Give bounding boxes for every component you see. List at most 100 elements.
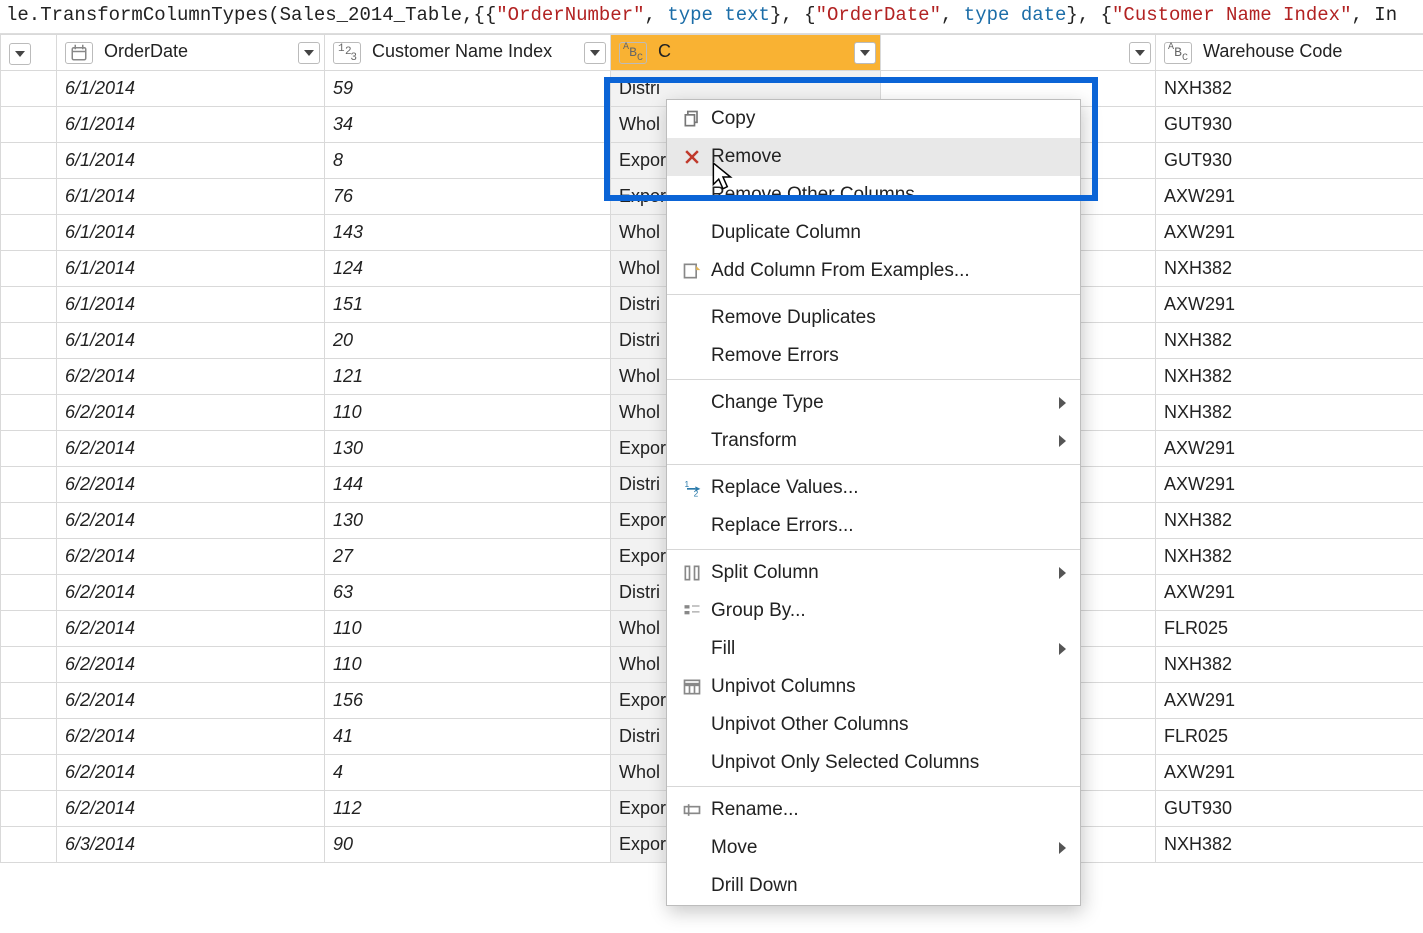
cell-orderdate[interactable]: 6/1/2014 [57,71,325,107]
menu-change-type[interactable]: Change Type [667,384,1080,422]
formula-bar[interactable]: le.TransformColumnTypes(Sales_2014_Table… [0,0,1423,34]
cell-orderdate[interactable]: 6/1/2014 [57,179,325,215]
cell-warehouse[interactable]: AXW291 [1156,431,1423,467]
cell-custindex[interactable]: 110 [325,647,611,683]
cell-custindex[interactable]: 27 [325,539,611,575]
menu-move[interactable]: Move [667,829,1080,867]
cell-warehouse[interactable]: FLR025 [1156,611,1423,647]
menu-remove-duplicates[interactable]: Remove Duplicates [667,299,1080,337]
cell-custindex[interactable]: 41 [325,719,611,755]
menu-unpivot-other-columns[interactable]: Unpivot Other Columns [667,706,1080,744]
cell-orderdate[interactable]: 6/2/2014 [57,359,325,395]
cell-orderdate[interactable]: 6/1/2014 [57,107,325,143]
column-header-currency[interactable] [881,35,1156,71]
cell-orderdate[interactable]: 6/1/2014 [57,143,325,179]
cell-orderdate[interactable]: 6/2/2014 [57,395,325,431]
cell-warehouse[interactable]: NXH382 [1156,647,1423,683]
cell-orderdate[interactable]: 6/2/2014 [57,683,325,719]
cell-orderdate[interactable]: 6/2/2014 [57,503,325,539]
cell-warehouse[interactable]: NXH382 [1156,503,1423,539]
cell-warehouse[interactable]: GUT930 [1156,791,1423,827]
cell-warehouse[interactable]: AXW291 [1156,467,1423,503]
cell-orderdate[interactable]: 6/2/2014 [57,611,325,647]
menu-duplicate-column[interactable]: Duplicate Column [667,214,1080,252]
cell-custindex[interactable]: 121 [325,359,611,395]
cell-orderdate[interactable]: 6/2/2014 [57,647,325,683]
filter-button[interactable] [1129,42,1151,64]
cell-warehouse[interactable]: NXH382 [1156,251,1423,287]
menu-rename[interactable]: Rename... [667,791,1080,829]
menu-copy[interactable]: Copy [667,100,1080,138]
cell-custindex[interactable]: 130 [325,431,611,467]
cell-warehouse[interactable]: NXH382 [1156,323,1423,359]
cell-custindex[interactable]: 76 [325,179,611,215]
menu-unpivot-only-selected[interactable]: Unpivot Only Selected Columns [667,744,1080,782]
cell-orderdate[interactable]: 6/2/2014 [57,467,325,503]
cell-custindex[interactable]: 4 [325,755,611,791]
cell-custindex[interactable]: 63 [325,575,611,611]
menu-transform[interactable]: Transform [667,422,1080,460]
submenu-arrow-icon [1059,643,1066,655]
cell-orderdate[interactable]: 6/2/2014 [57,755,325,791]
cell-warehouse[interactable]: NXH382 [1156,539,1423,575]
cell-warehouse[interactable]: AXW291 [1156,215,1423,251]
column-header-stub[interactable] [1,35,57,71]
filter-button[interactable] [9,43,31,65]
menu-split-column[interactable]: Split Column [667,554,1080,592]
menu-unpivot-columns[interactable]: Unpivot Columns [667,668,1080,706]
cell-warehouse[interactable]: NXH382 [1156,71,1423,107]
cell-custindex[interactable]: 90 [325,827,611,863]
cell-custindex[interactable]: 34 [325,107,611,143]
examples-icon [673,261,711,281]
menu-remove-other-columns[interactable]: Remove Other Columns [667,176,1080,214]
cell-custindex[interactable]: 144 [325,467,611,503]
cell-custindex[interactable]: 130 [325,503,611,539]
cell-warehouse[interactable]: NXH382 [1156,359,1423,395]
column-header-channel[interactable]: ABC C [611,35,881,71]
cell-warehouse[interactable]: GUT930 [1156,143,1423,179]
menu-replace-values[interactable]: 12 Replace Values... [667,469,1080,507]
filter-button[interactable] [854,42,876,64]
cell-orderdate[interactable]: 6/2/2014 [57,539,325,575]
menu-fill[interactable]: Fill [667,630,1080,668]
cell-custindex[interactable]: 8 [325,143,611,179]
cell-custindex[interactable]: 143 [325,215,611,251]
filter-button[interactable] [584,42,606,64]
cell-warehouse[interactable]: NXH382 [1156,827,1423,863]
menu-remove-errors[interactable]: Remove Errors [667,337,1080,375]
cell-orderdate[interactable]: 6/2/2014 [57,791,325,827]
cell-warehouse[interactable]: AXW291 [1156,575,1423,611]
cell-custindex[interactable]: 110 [325,611,611,647]
cell-warehouse[interactable]: GUT930 [1156,107,1423,143]
cell-custindex[interactable]: 124 [325,251,611,287]
cell-custindex[interactable]: 112 [325,791,611,827]
cell-orderdate[interactable]: 6/1/2014 [57,251,325,287]
cell-custindex[interactable]: 156 [325,683,611,719]
cell-orderdate[interactable]: 6/2/2014 [57,575,325,611]
column-header-custindex[interactable]: 123 Customer Name Index [325,35,611,71]
menu-drill-down[interactable]: Drill Down [667,867,1080,905]
cell-warehouse[interactable]: AXW291 [1156,179,1423,215]
cell-orderdate[interactable]: 6/2/2014 [57,719,325,755]
cell-warehouse[interactable]: AXW291 [1156,287,1423,323]
column-header-warehouse[interactable]: ABC Warehouse Code [1156,35,1423,71]
cell-orderdate[interactable]: 6/1/2014 [57,287,325,323]
cell-orderdate[interactable]: 6/3/2014 [57,827,325,863]
cell-custindex[interactable]: 20 [325,323,611,359]
menu-remove[interactable]: Remove [667,138,1080,176]
cell-custindex[interactable]: 151 [325,287,611,323]
cell-custindex[interactable]: 59 [325,71,611,107]
cell-orderdate[interactable]: 6/1/2014 [57,215,325,251]
menu-add-column-from-examples[interactable]: Add Column From Examples... [667,252,1080,290]
menu-replace-errors[interactable]: Replace Errors... [667,507,1080,545]
filter-button[interactable] [298,42,320,64]
cell-warehouse[interactable]: NXH382 [1156,395,1423,431]
cell-warehouse[interactable]: FLR025 [1156,719,1423,755]
cell-warehouse[interactable]: AXW291 [1156,755,1423,791]
menu-group-by[interactable]: Group By... [667,592,1080,630]
cell-orderdate[interactable]: 6/1/2014 [57,323,325,359]
cell-warehouse[interactable]: AXW291 [1156,683,1423,719]
column-header-orderdate[interactable]: OrderDate [57,35,325,71]
cell-custindex[interactable]: 110 [325,395,611,431]
cell-orderdate[interactable]: 6/2/2014 [57,431,325,467]
